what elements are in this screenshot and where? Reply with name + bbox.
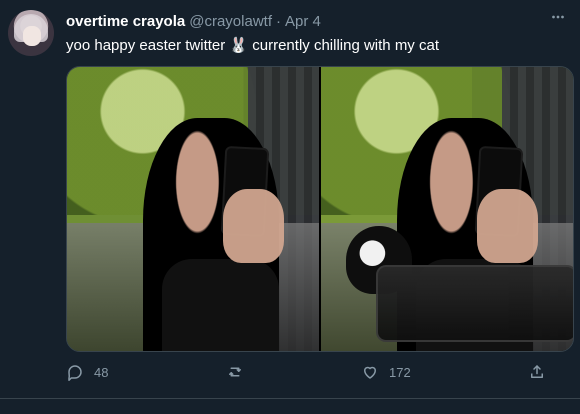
hand-right <box>477 189 538 263</box>
like-count: 172 <box>389 364 411 380</box>
share-icon <box>530 365 543 378</box>
tweet-media[interactable] <box>66 66 574 352</box>
bag <box>376 264 573 343</box>
reply-count: 48 <box>94 364 109 380</box>
heart-icon <box>364 366 376 379</box>
like-action[interactable]: 172 <box>361 363 411 381</box>
ellipsis-icon <box>552 15 564 19</box>
media-photo-right[interactable] <box>321 67 573 351</box>
author-name[interactable]: overtime crayola <box>66 13 185 30</box>
tweet[interactable]: overtime crayola @crayolawtf · Apr 4 yoo… <box>0 0 580 400</box>
retweet-action[interactable] <box>226 363 244 381</box>
reply-action[interactable]: 48 <box>66 363 108 381</box>
reply-icon <box>68 365 82 381</box>
hand <box>223 189 284 263</box>
tweet-header: overtime crayola @crayolawtf · Apr 4 <box>66 11 321 31</box>
author-avatar[interactable] <box>8 10 54 56</box>
more-options-button[interactable] <box>546 8 570 28</box>
hoodie <box>161 258 279 351</box>
share-action[interactable] <box>528 363 546 381</box>
tweet-date[interactable]: Apr 4 <box>285 13 321 30</box>
header-separator: · <box>275 12 281 30</box>
tweet-divider <box>0 398 580 399</box>
tweet-text: yoo happy easter twitter 🐰 currently chi… <box>66 37 439 54</box>
avatar-face <box>23 26 41 46</box>
author-handle[interactable]: @crayolawtf <box>189 13 272 30</box>
retweet-icon <box>228 367 241 377</box>
media-photo-left[interactable] <box>67 67 319 351</box>
tweet-actions: 48 172 <box>66 360 546 384</box>
